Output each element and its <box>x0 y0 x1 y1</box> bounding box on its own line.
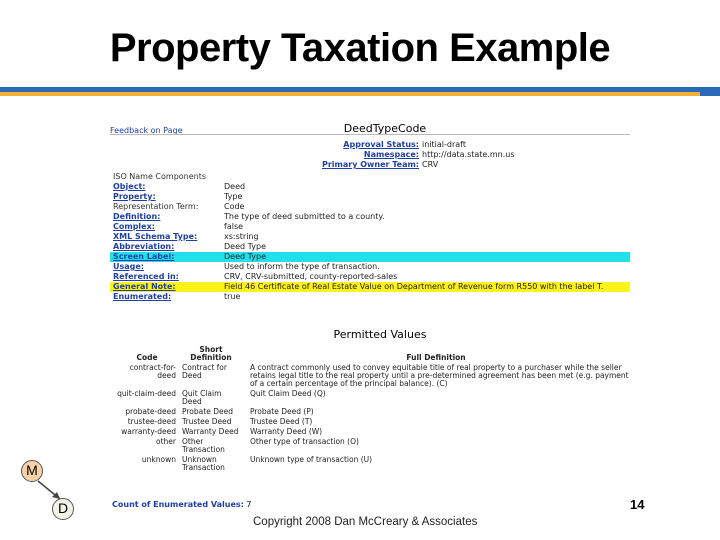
node-d: D <box>52 498 74 520</box>
node-connector <box>37 480 61 500</box>
node-m: M <box>21 460 43 482</box>
copyright-notice: Copyright 2008 Dan McCreary & Associates <box>253 516 478 528</box>
page-number: 14 <box>630 497 645 512</box>
